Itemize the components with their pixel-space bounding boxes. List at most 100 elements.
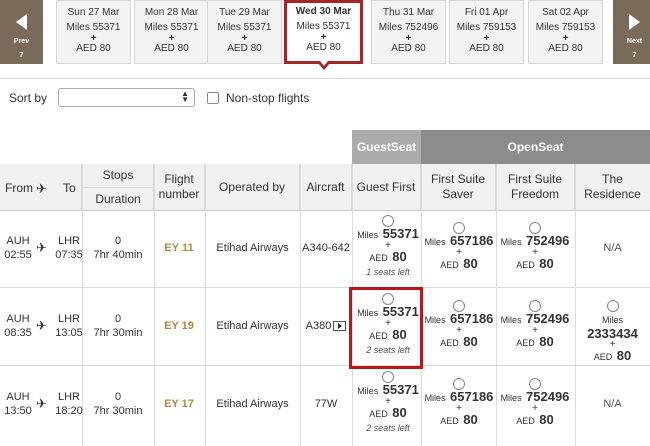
prev-count: 7 [19,52,24,59]
header-aircraft-label: Aircraft [306,179,345,194]
aircraft-type: A340-642 [302,242,350,254]
duration: 7hr 40min [93,249,143,261]
date-label: Sat 02 Apr [542,7,589,18]
date-card-mon-28-mar[interactable]: Mon 28 Mar Miles 55371 + AED 80 [134,0,209,64]
date-label: Mon 28 Mar [144,7,199,18]
flight-number-link[interactable]: EY 17 [154,398,204,410]
chevron-right-icon [629,14,640,30]
date-aed: AED 80 [306,42,341,53]
date-card-tue-29-mar[interactable]: Tue 29 Mar Miles 55371 + AED 80 [207,0,282,64]
date-card-sun-27-mar[interactable]: Sun 27 Mar Miles 55371 + AED 80 [56,0,131,64]
arrival: LHR 13:05 [54,312,84,340]
fare-highlight-box [349,287,423,369]
arrival-code: LHR [57,313,80,325]
selected-date-pointer-inner [320,61,328,66]
date-aed: AED 80 [154,43,189,54]
header-guest-first-label: Guest First [356,179,416,194]
header-from: From [5,181,33,195]
header-saver-2: Saver [442,187,474,201]
header-freedom-2: Freedom [510,187,560,201]
fare-first-suite-freedom: Miles 752496 + AED 80 [498,300,572,350]
arrival-time: 18:20 [55,405,83,417]
fare-aed: AED 80 [440,412,478,427]
departure-time: 08:35 [4,327,32,339]
date-plus: + [562,33,569,44]
header-first-suite-freedom: First Suite Freedom [496,164,575,210]
fare-aed: AED 80 [516,412,554,427]
arrival: LHR 07:35 [54,234,84,262]
date-aed: AED 80 [391,43,426,54]
table-row: AUH 02:55 ✈ LHR 07:35 0 7hr 40min EY 11 … [0,210,650,288]
fare-aed: AED 80 [369,249,407,264]
date-aed: AED 80 [227,43,262,54]
fare-aed: AED 80 [440,256,478,271]
date-card-wed-30-mar-selected[interactable]: Wed 30 Mar Miles 55371 + AED 80 [284,0,363,64]
departure: AUH 08:35 [3,312,33,340]
next-count: 7 [632,52,637,59]
departure-code: AUH [6,391,30,403]
fare-guest-first: Miles 55371 + AED 80 2 seats left [351,371,425,434]
header-duration: Duration [82,187,154,210]
aircraft-type: 77W [314,398,338,410]
arrival-time: 07:35 [55,249,83,261]
duration: 7hr 30min [93,327,143,339]
nonstop-checkbox[interactable] [207,92,219,104]
arrival-time: 13:05 [55,327,83,339]
fare-aed: AED 80 [516,334,554,349]
date-card-thu-31-mar[interactable]: Thu 31 Mar Miles 752496 + AED 80 [371,0,446,64]
header-operated-by-label: Operated by [218,179,286,194]
play-icon[interactable] [333,321,347,332]
departure: AUH 02:55 [3,234,33,262]
header-first-suite-saver: First Suite Saver [421,164,496,210]
sort-by-select[interactable]: ▲ ▼ [58,88,195,107]
flight-number-link[interactable]: EY 19 [154,320,204,332]
header-flight-1: Flight [164,172,194,186]
fare-aed: AED 80 [593,348,632,363]
plane-icon: ✈ [36,396,47,411]
updown-icon: ▲ ▼ [181,89,189,104]
next-label: Next [626,38,643,45]
seats-left: 2 seats left [366,423,410,433]
departure-code: AUH [6,313,30,325]
departure-time: 02:55 [4,249,32,261]
date-aed: AED 80 [548,43,583,54]
header-the-residence: The Residence [575,164,650,210]
header-residence-2: Residence [584,187,641,201]
departure-time: 13:50 [4,405,32,417]
table-row: AUH 08:35 ✈ LHR 13:05 0 7hr 30min EY 19 … [0,288,650,366]
stops-count: 0 [114,313,122,325]
flight-number-link[interactable]: EY 11 [154,242,204,254]
fare-guest-first: Miles 55371 + AED 80 1 seats left [351,215,425,278]
fare-radio[interactable] [606,300,619,312]
departure-code: AUH [6,235,30,247]
date-label: Thu 31 Mar [382,7,435,18]
date-plus: + [90,33,97,44]
header-to: To [63,181,76,195]
aircraft-type: A380 [300,320,352,332]
date-plus: + [405,33,412,44]
header-stops: Stops [102,168,134,182]
fare-aed: AED 80 [369,405,407,420]
date-plus: + [241,33,248,44]
departure: AUH 13:50 [3,390,33,418]
duration: 7hr 30min [93,405,143,417]
plane-icon: ✈ [36,318,47,333]
stops-duration: 0 7hr 40min [82,234,154,262]
date-card-sat-02-apr[interactable]: Sat 02 Apr Miles 759153 + AED 80 [528,0,603,64]
date-plus: + [483,33,490,44]
nonstop-label[interactable]: Non-stop flights [226,91,309,105]
fare-residence-na: N/A [603,242,622,254]
prev-week-button[interactable]: Prev 7 [0,0,43,64]
fare-residence-na: N/A [603,398,622,410]
plane-icon: ✈ [36,240,47,255]
next-week-button[interactable]: Next 7 [613,0,650,64]
seats-left: 1 seats left [366,267,410,277]
divider [0,78,650,79]
plane-icon: ✈ [36,181,47,196]
stops-count: 0 [114,235,122,247]
header-residence-1: The [602,172,623,186]
date-plus: + [168,33,175,44]
header-flight-2: number [158,187,200,201]
date-plus: + [320,32,327,43]
date-card-fri-01-apr[interactable]: Fri 01 Apr Miles 759153 + AED 80 [449,0,524,64]
